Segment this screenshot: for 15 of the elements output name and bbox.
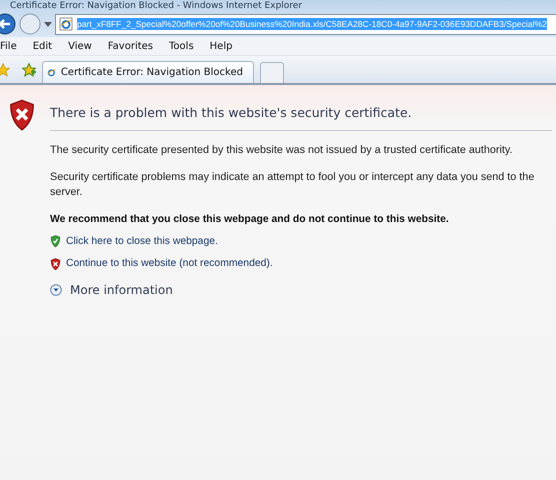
paragraph: Security certificate problems may indicate an attempt to fool you or intercept any data you send to the server. (50, 170, 536, 200)
recommendation-text: We recommend that you close this webpage and do not continue to this website. (50, 214, 450, 225)
paragraph: The security certificate presented by this website was not issued by a trusted certificate authority. (50, 143, 514, 158)
menu-item[interactable]: Help (202, 40, 240, 52)
browser-tab[interactable]: Certificate Error: Navigation Blocked (42, 61, 254, 83)
menu-item[interactable]: Edit (24, 40, 60, 52)
menu-item[interactable]: Tools (161, 40, 202, 52)
menu-item[interactable]: File (0, 40, 25, 52)
window-title: Certificate Error: Navigation Blocked - Windows Internet Explorer (10, 0, 302, 10)
continue-link[interactable]: Continue to this website (not recommended). (50, 258, 552, 270)
more-information-link[interactable]: More information (50, 283, 552, 298)
error-heading: There is a problem with this website's security certificate. (50, 99, 552, 131)
menu-item[interactable]: Favorites (100, 40, 162, 52)
close-page-link[interactable]: Click here to close this webpage. (50, 235, 552, 248)
menu-item[interactable]: View (60, 40, 100, 52)
